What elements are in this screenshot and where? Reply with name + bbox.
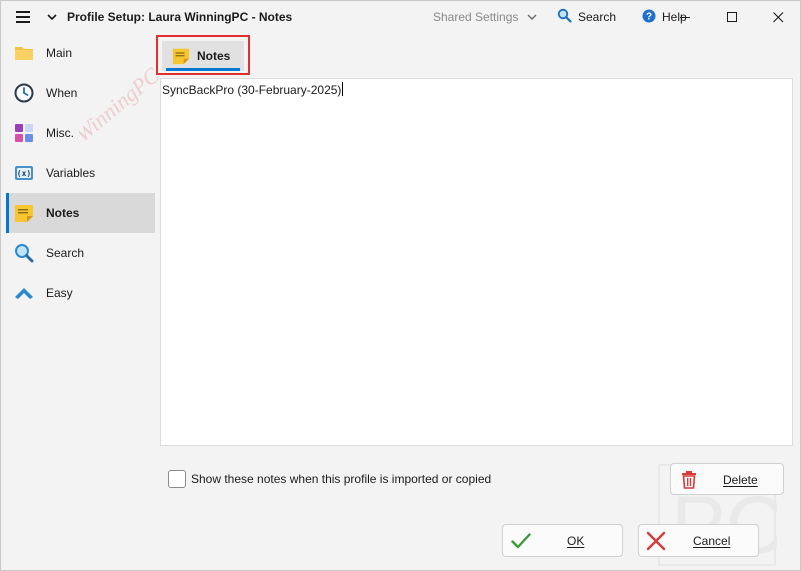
- chevron-up-icon: [14, 283, 34, 303]
- title-bar: Profile Setup: Laura WinningPC - Notes S…: [1, 1, 800, 33]
- search-label: Search: [578, 10, 617, 24]
- text-caret: [342, 82, 344, 96]
- search-button[interactable]: Search: [557, 1, 616, 33]
- trash-icon: [681, 471, 697, 492]
- profile-setup-window: Profile Setup: Laura WinningPC - Notes S…: [0, 0, 801, 571]
- cancel-label: Cancel: [693, 534, 731, 548]
- folder-icon: [14, 43, 34, 63]
- variables-icon: (x): [14, 163, 34, 183]
- close-icon[interactable]: [755, 1, 800, 33]
- minimize-icon[interactable]: [662, 1, 708, 33]
- delete-button[interactable]: Delete: [670, 463, 784, 495]
- help-icon: ?: [642, 9, 656, 26]
- sidebar-item-label: Easy: [46, 286, 73, 300]
- shared-settings-menu[interactable]: Shared Settings: [433, 1, 518, 33]
- svg-text:?: ?: [646, 11, 652, 22]
- cancel-button[interactable]: Cancel: [638, 524, 759, 557]
- sidebar-item-when[interactable]: When: [6, 73, 155, 113]
- svg-text:(x): (x): [17, 169, 31, 178]
- hamburger-menu-icon[interactable]: [15, 1, 35, 33]
- notes-text: SyncBackPro (30-February-2025): [162, 82, 344, 97]
- checkmark-icon: [511, 533, 531, 552]
- x-cancel-icon: [646, 531, 666, 554]
- sidebar-item-label: Notes: [46, 206, 80, 220]
- blocks-icon: [14, 123, 34, 143]
- show-notes-checkbox[interactable]: [168, 470, 186, 488]
- sidebar-item-main[interactable]: Main: [6, 33, 155, 73]
- show-notes-label: Show these notes when this profile is im…: [191, 472, 492, 486]
- clock-icon: [14, 83, 34, 103]
- sidebar-item-easy[interactable]: Easy: [6, 273, 155, 313]
- ok-button[interactable]: OK: [502, 524, 623, 557]
- sidebar-item-notes[interactable]: Notes: [6, 193, 155, 233]
- sidebar-item-label: Search: [46, 246, 85, 260]
- sidebar-item-variables[interactable]: (x) Variables: [6, 153, 155, 193]
- sidebar-item-label: Variables: [46, 166, 96, 180]
- sidebar-item-misc[interactable]: Misc.: [6, 113, 155, 153]
- sidebar-nav: Main When Misc. (x) Variables Notes Sear…: [1, 33, 156, 570]
- search-icon: [557, 8, 572, 26]
- sidebar-item-search[interactable]: Search: [6, 233, 155, 273]
- delete-label: Delete: [723, 473, 758, 487]
- sidebar-item-label: Main: [46, 46, 73, 60]
- shared-settings-chevron-icon[interactable]: [525, 1, 539, 33]
- sidebar-item-label: Misc.: [46, 126, 74, 140]
- ok-label: OK: [567, 534, 585, 548]
- chevron-down-icon[interactable]: [45, 1, 59, 33]
- magnifier-icon: [14, 243, 34, 263]
- notes-textarea[interactable]: SyncBackPro (30-February-2025): [160, 78, 793, 446]
- window-title: Profile Setup: Laura WinningPC - Notes: [67, 10, 293, 24]
- sticky-note-icon: [14, 203, 34, 223]
- maximize-icon[interactable]: [709, 1, 755, 33]
- sidebar-item-label: When: [46, 86, 78, 100]
- tab-highlight-box: [156, 35, 250, 75]
